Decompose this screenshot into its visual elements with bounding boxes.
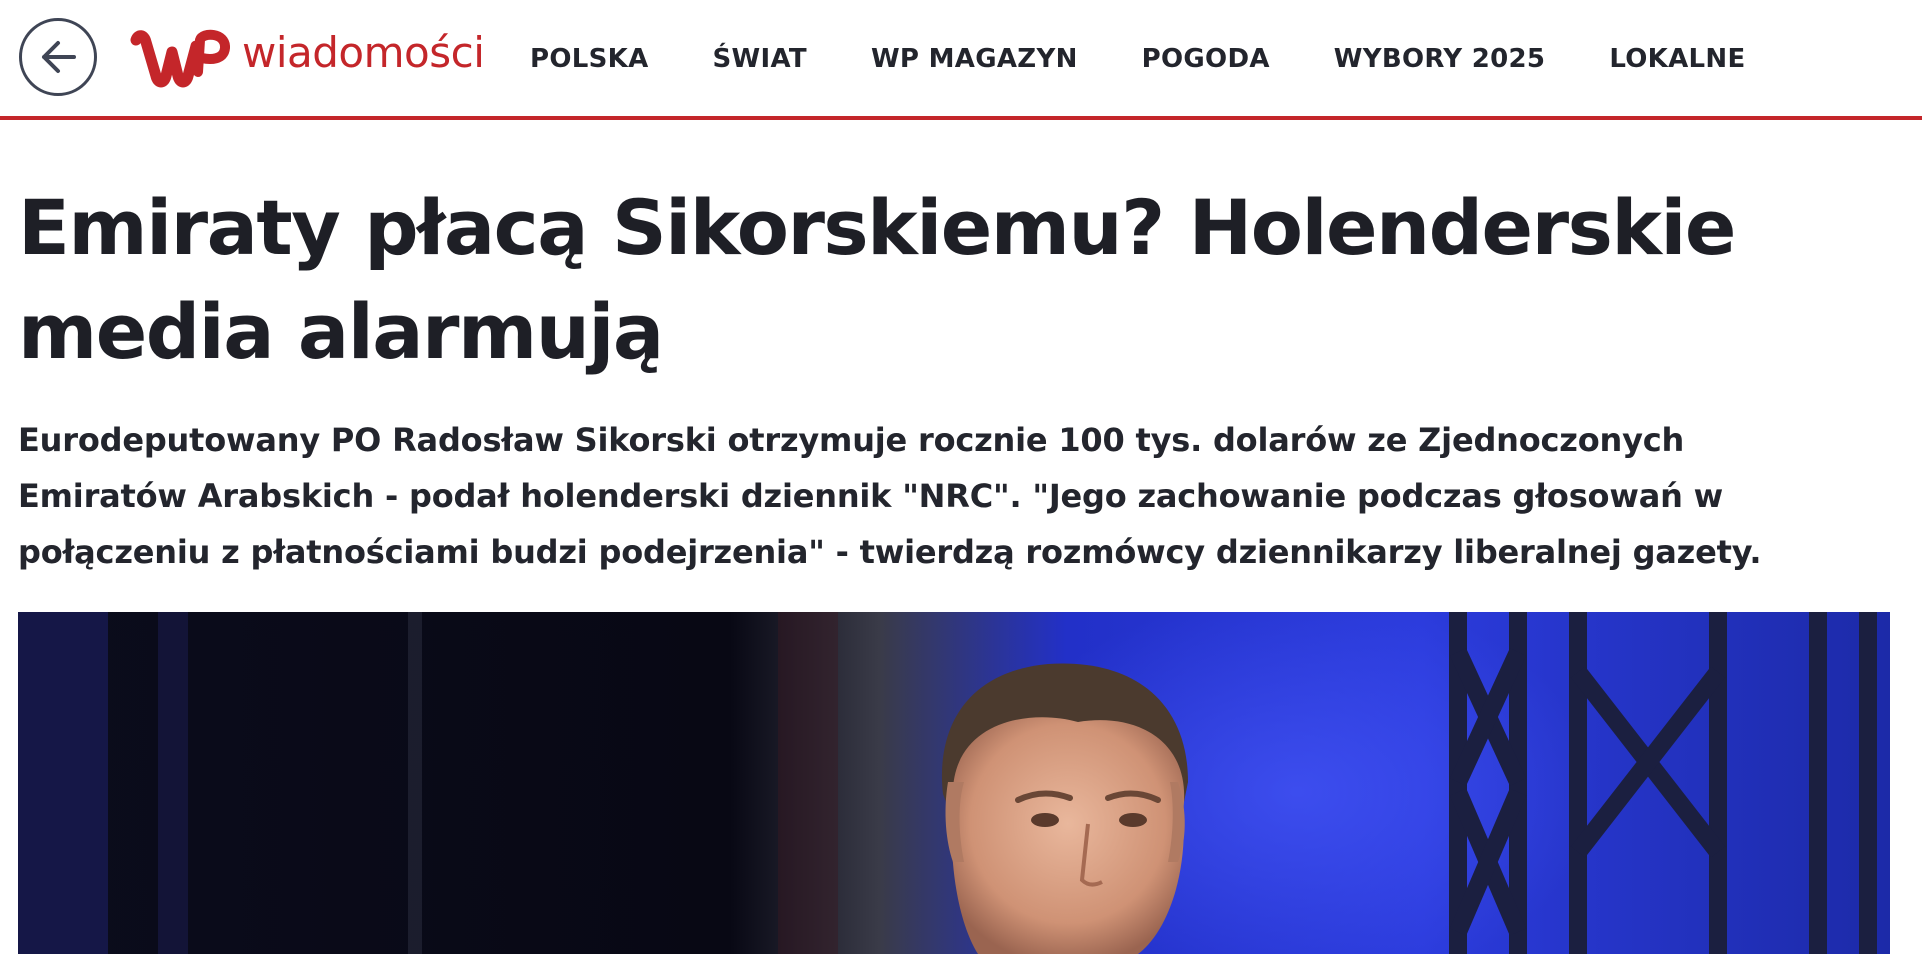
back-button[interactable] [19,18,97,96]
wp-logo[interactable]: WP wiadomości [130,26,485,88]
nav-item-pogoda[interactable]: POGODA [1142,44,1270,74]
article-headline: Emiraty płacą Sikorskiemu? Holenderskie … [18,183,1736,376]
wp-logo-mark: WP [130,29,230,88]
article-photo-illustration [18,612,1890,954]
logo-text: wiadomości [242,27,485,77]
arrow-left-icon [42,41,76,73]
nav-item-swiat[interactable]: ŚWIAT [713,44,807,74]
nav-item-lokalne[interactable]: LOKALNE [1609,44,1745,74]
article-photo[interactable] [18,612,1890,954]
main-nav: POLSKA ŚWIAT WP MAGAZYN POGODA WYBORY 20… [530,0,1810,118]
article-lead: Eurodeputowany PO Radosław Sikorski otrz… [18,421,1762,571]
nav-item-polska[interactable]: POLSKA [530,44,649,74]
site-header: WP wiadomości POLSKA ŚWIAT WP MAGAZYN PO… [0,0,1922,120]
nav-item-wp-magazyn[interactable]: WP MAGAZYN [871,44,1078,74]
nav-item-wybory-2025[interactable]: WYBORY 2025 [1334,44,1546,74]
